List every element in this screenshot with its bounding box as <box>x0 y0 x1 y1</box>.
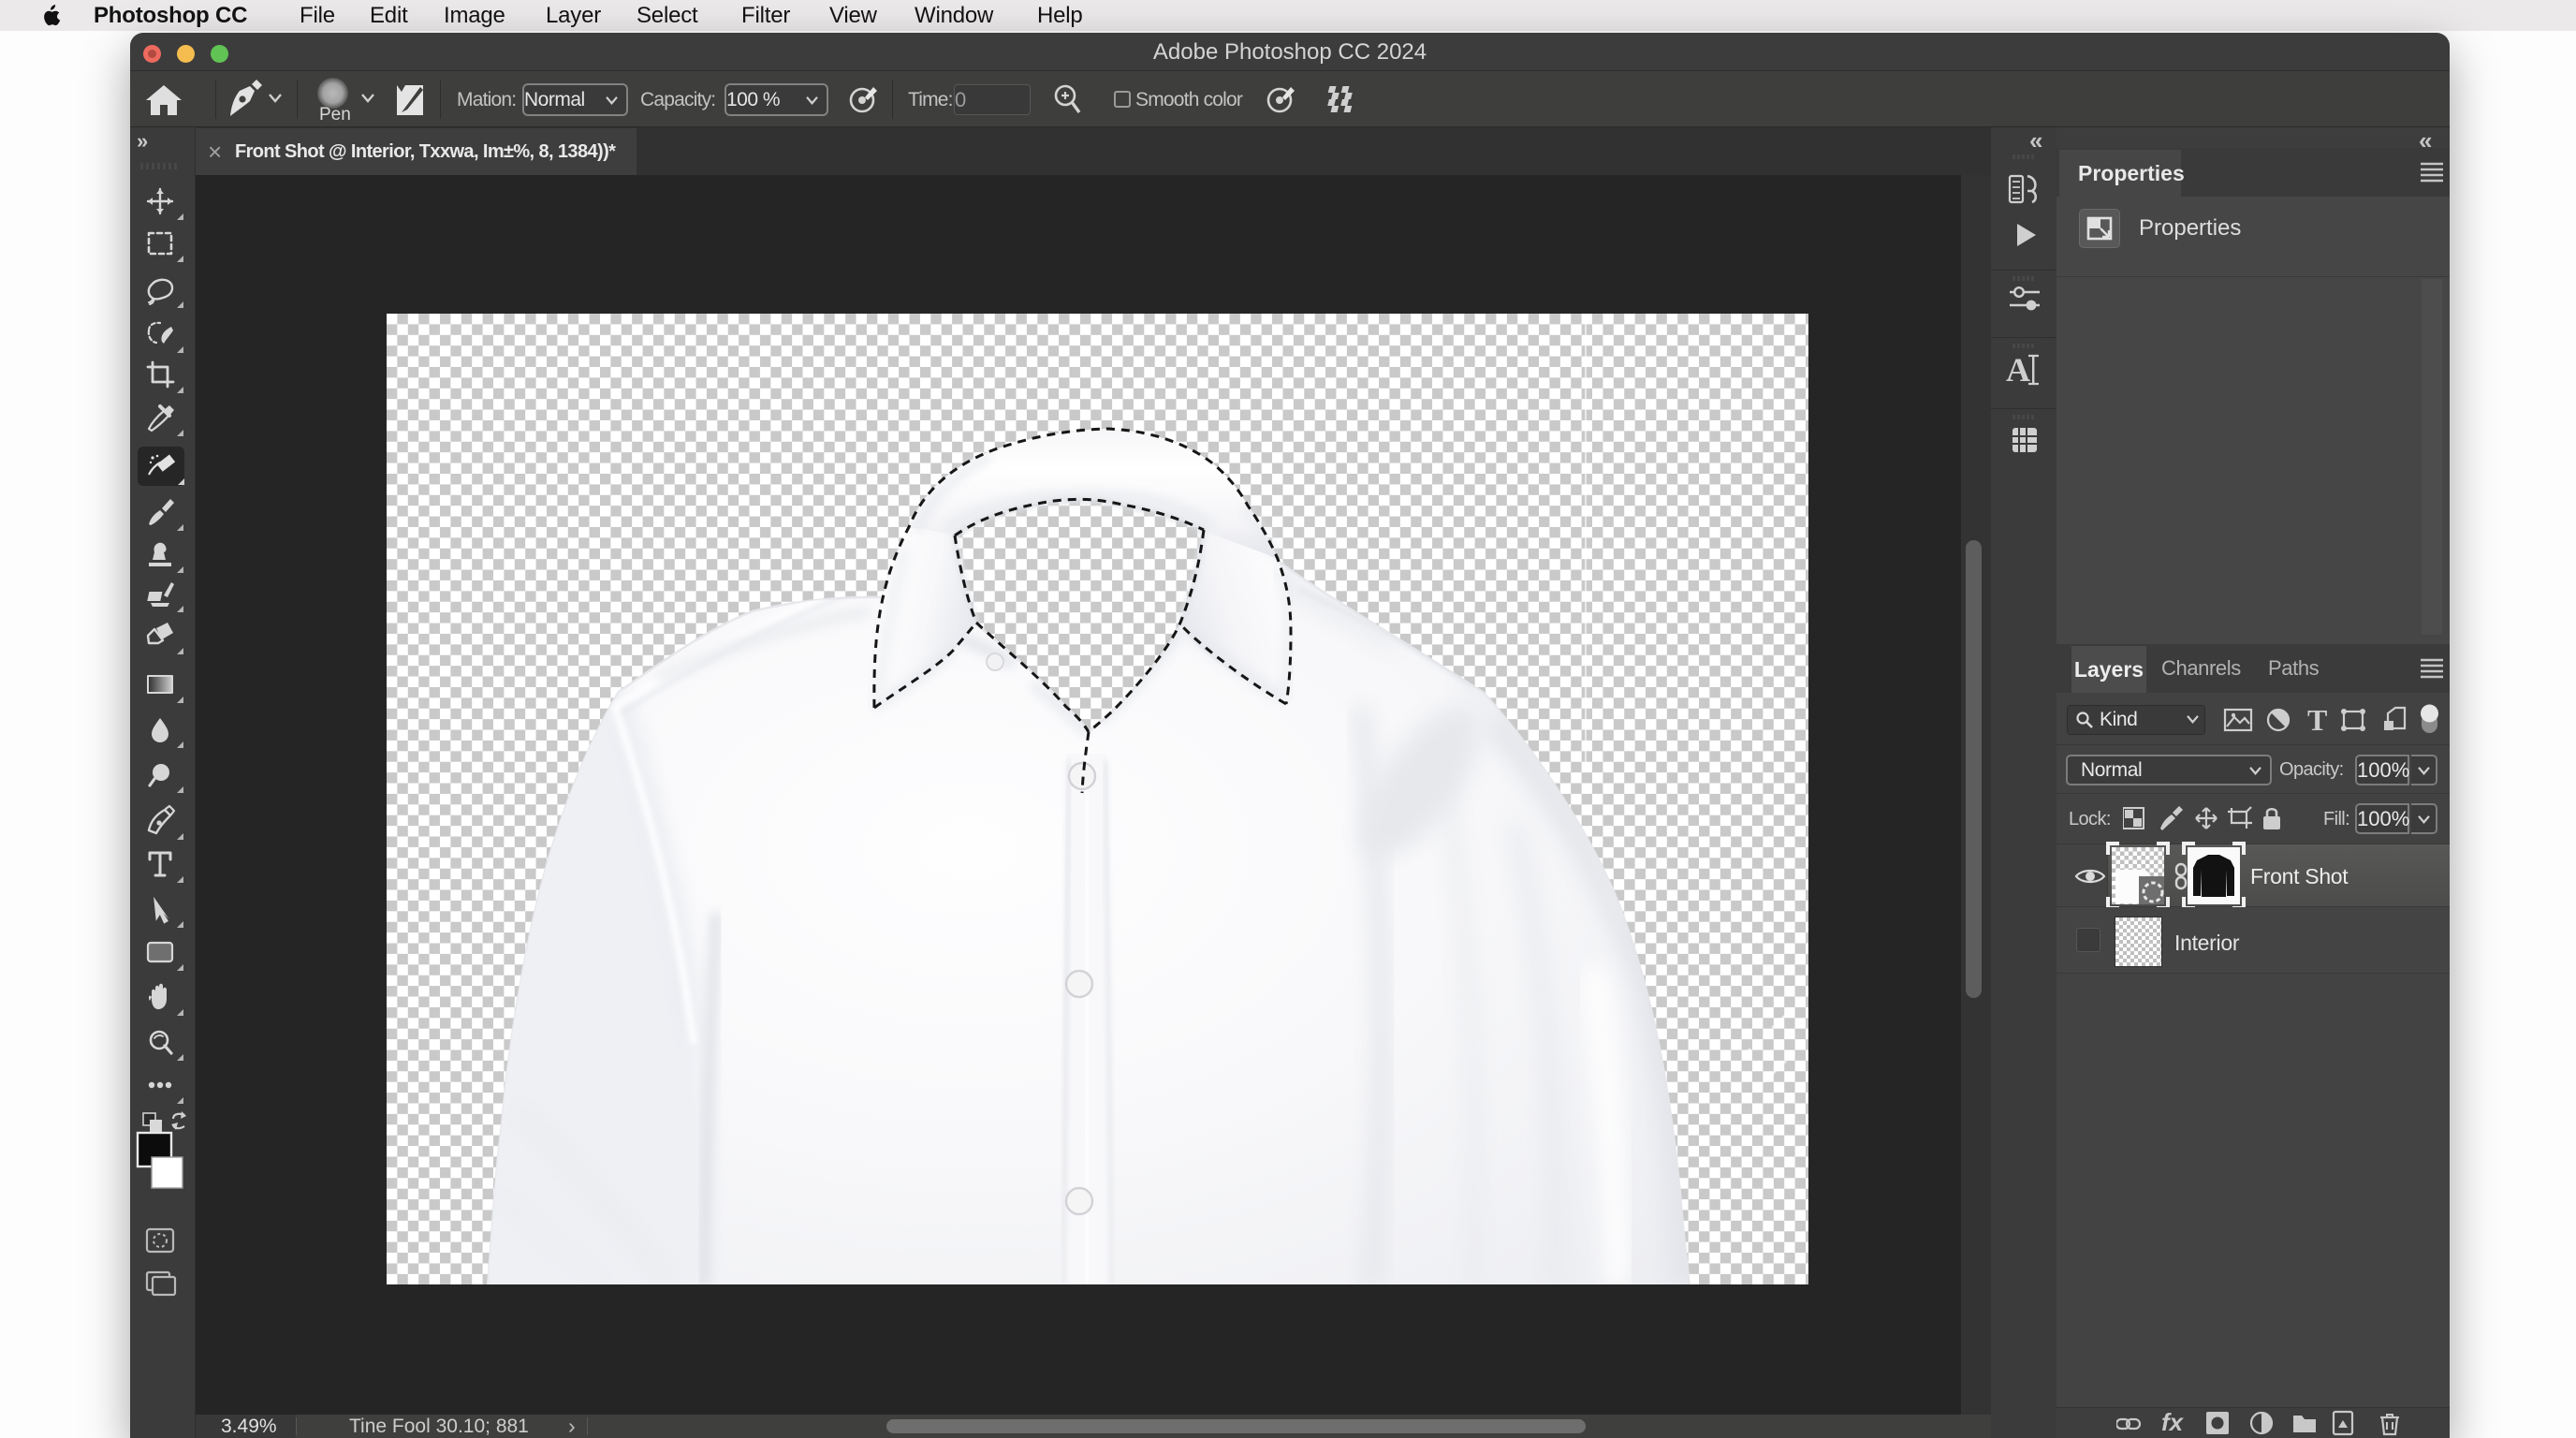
svg-text:fx: fx <box>2161 1410 2185 1436</box>
svg-text:A: A <box>2006 351 2030 389</box>
svg-text:T: T <box>2307 704 2327 736</box>
